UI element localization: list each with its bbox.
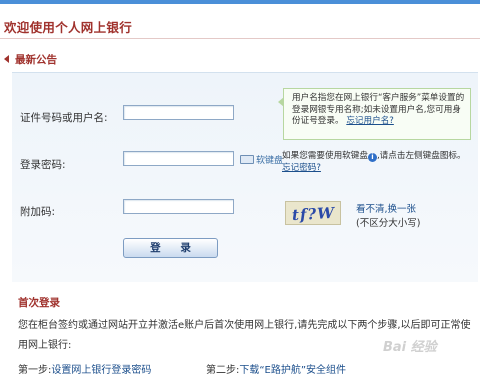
username-tip-box: 用户名指您在网上银行“客户服务”菜单设置的登录网银专用名称;如未设置用户名,您可… <box>278 88 471 140</box>
title-divider <box>0 38 480 39</box>
captcha-image[interactable]: tf?W <box>285 201 341 225</box>
keyboard-icon <box>240 155 254 164</box>
step-one-prefix: 第一步: <box>18 365 52 376</box>
forgot-username-link[interactable]: 忘记用户名? <box>346 116 394 126</box>
caret-left-icon <box>4 55 9 63</box>
captcha-text: tf?W <box>291 203 336 225</box>
download-security-link[interactable]: 下载“E路护航”安全组件 <box>239 365 346 376</box>
notice-bar[interactable]: 最新公告 <box>4 50 57 68</box>
keyboard-tip-text: 如果您需要使用软键盘 <box>282 151 368 161</box>
step-two-prefix: 第二步: <box>206 365 240 376</box>
info-icon: i <box>367 153 377 162</box>
captcha-label: 附加码: <box>20 206 56 218</box>
tip-pointer <box>278 97 284 107</box>
step-one: 第一步:设置网上银行登录密码 <box>18 361 151 376</box>
keyboard-tip: 如果您需要使用软键盘 i ,请点击左侧键盘图标。 忘记密码? <box>282 150 474 174</box>
step-two: 第二步:下载“E路护航”安全组件 <box>206 361 346 376</box>
set-password-link[interactable]: 设置网上银行登录密码 <box>51 365 151 376</box>
captcha-case-note: (不区分大小写) <box>356 218 421 229</box>
watermark-logo: Bai 经验 <box>383 340 437 355</box>
first-login-title: 首次登录 <box>18 297 60 309</box>
login-button[interactable]: 登 录 <box>123 238 218 258</box>
password-label: 登录密码: <box>20 159 66 171</box>
password-input[interactable] <box>123 151 234 166</box>
id-label: 证件号码或用户名: <box>20 112 108 124</box>
forgot-password-link[interactable]: 忘记密码? <box>282 163 321 173</box>
keyboard-tip-tail: ,请点击左侧键盘图标。 <box>376 151 466 161</box>
id-input[interactable] <box>123 105 234 120</box>
page-title: 欢迎使用个人网上银行 <box>4 20 133 35</box>
notice-title[interactable]: 最新公告 <box>15 52 57 67</box>
top-accent-bar <box>0 0 480 4</box>
captcha-input[interactable] <box>123 199 234 214</box>
soft-keyboard-label: 软键盘 <box>256 156 284 166</box>
captcha-refresh-link[interactable]: 看不清,换一张 <box>356 201 416 215</box>
soft-keyboard-button[interactable]: 软键盘 <box>240 153 283 166</box>
